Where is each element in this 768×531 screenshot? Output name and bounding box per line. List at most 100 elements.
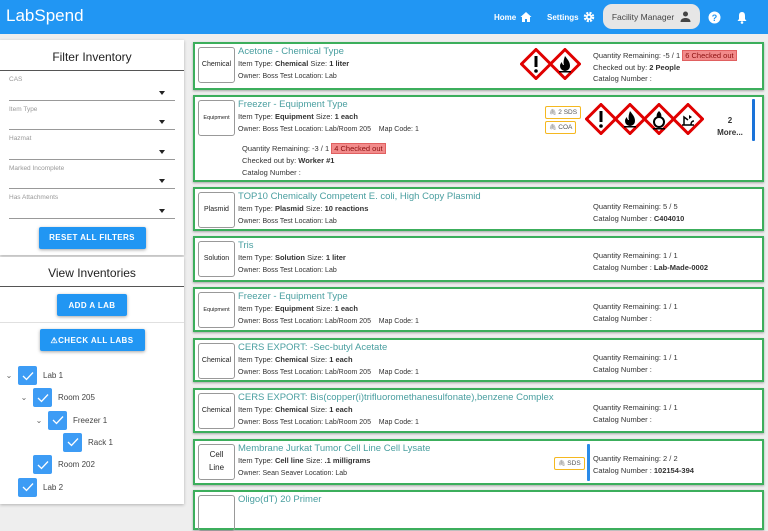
item-type-line: Item Type: Plasmid Size: 10 reactions xyxy=(238,204,368,213)
dropdown-arrow-icon xyxy=(159,149,165,154)
checked-out-by: Checked out by: 2 People xyxy=(593,62,737,74)
catalog-number: Catalog Number : 102154-394 xyxy=(593,465,694,477)
inventory-card[interactable]: Cell Line Membrane Jurkat Tumor Cell Line … xyxy=(193,439,764,485)
checkbox-checked[interactable] xyxy=(18,366,37,385)
field-value: 1 / 1 xyxy=(663,403,678,412)
inventories-panel: View Inventories ADD A LAB ⚠CHECK ALL LA… xyxy=(0,257,184,504)
checkbox-checked[interactable] xyxy=(33,455,52,475)
attachment-badge[interactable]: 🖇 SDS xyxy=(554,457,585,470)
inventory-card[interactable]: Oligo(dT) 20 Primer xyxy=(193,490,764,531)
filter-select-has-attachments[interactable]: Has Attachments xyxy=(9,189,175,219)
field-label: Size: xyxy=(315,304,335,313)
scroll-indicator[interactable] xyxy=(752,99,755,141)
scroll-indicator[interactable] xyxy=(587,444,590,481)
app-logo[interactable]: LabSpend xyxy=(6,6,84,26)
tree-node[interactable]: Rack 1 xyxy=(48,432,113,452)
checkbox-checked[interactable] xyxy=(63,432,82,452)
field-label: Item Type: xyxy=(238,112,275,121)
filter-select-marked-incomplete[interactable]: Marked Incomplete xyxy=(9,160,175,189)
item-title-link[interactable]: CERS EXPORT: Bis(copper(i)trifluorometha… xyxy=(238,392,554,403)
field-value: Equipment xyxy=(274,304,314,313)
inventory-card[interactable]: Chemical CERS EXPORT: Bis(copper(i)triflu… xyxy=(193,388,764,433)
nav-home[interactable]: Home xyxy=(494,0,532,34)
user-menu-button[interactable]: Facility Manager xyxy=(603,4,700,29)
more-hazards-link[interactable]: 2 More... xyxy=(715,115,745,139)
quantity-block: Quantity Remaining: 5 / 5 Catalog Number … xyxy=(593,201,684,224)
inventory-card[interactable]: Equipment Freezer - Equipment Type Item Ty… xyxy=(193,287,764,332)
item-title-link[interactable]: Acetone - Chemical Type xyxy=(238,46,344,57)
tree-node[interactable]: ⌄ Room 205 xyxy=(18,388,95,408)
field-value: Lab/Room 205 xyxy=(325,419,371,426)
reset-filters-button[interactable]: RESET ALL FILTERS xyxy=(38,226,146,249)
item-title-link[interactable]: TOP10 Chemically Competent E. coli, High… xyxy=(238,191,481,202)
field-value: Cell line xyxy=(274,456,304,465)
nav-settings[interactable]: Settings xyxy=(547,0,595,34)
checkbox-checked[interactable] xyxy=(18,477,37,497)
item-type-thumbnail: Cell Line xyxy=(198,444,235,480)
check-all-labs-button[interactable]: ⚠CHECK ALL LABS xyxy=(39,329,145,351)
filter-panel: Filter Inventory CAS Item Type Hazmat Marke… xyxy=(0,40,184,255)
tree-node[interactable]: Lab 2 xyxy=(3,477,63,497)
field-value: Chemical xyxy=(274,59,309,68)
field-label: Item Type: xyxy=(238,456,275,465)
filter-select-cas[interactable]: CAS xyxy=(9,71,175,101)
tree-node[interactable]: Room 202 xyxy=(18,455,95,475)
tree-node[interactable]: ⌄ Freezer 1 xyxy=(33,410,107,430)
field-value: 1 xyxy=(414,126,419,133)
notifications-button[interactable] xyxy=(736,0,748,34)
field-value: 1 liter xyxy=(329,59,350,68)
item-type-thumbnail: Chemical xyxy=(198,343,235,379)
inventory-card[interactable]: Chemical CERS EXPORT: -Sec-butyl Acetate I… xyxy=(193,338,764,382)
catalog-number: Catalog Number : Lab-Made-0002 xyxy=(593,262,708,274)
filter-label: Item Type xyxy=(9,105,38,113)
inventory-card[interactable]: Solution Tris Item Type: Solution Size: 1 … xyxy=(193,236,764,282)
field-label: Owner: xyxy=(238,267,263,274)
dropdown-arrow-icon xyxy=(159,208,165,213)
hazard-flame-over-circle-icon xyxy=(642,102,676,136)
item-title-link[interactable]: CERS EXPORT: -Sec-butyl Acetate xyxy=(238,342,387,353)
add-lab-button[interactable]: ADD A LAB xyxy=(57,294,127,316)
chevron-down-icon[interactable]: ⌄ xyxy=(33,416,45,425)
item-title-link[interactable]: Freezer - Equipment Type xyxy=(238,99,348,110)
tree-node[interactable]: ⌄ Lab 1 xyxy=(3,366,63,385)
attachment-badge[interactable]: 🖇 2 SDS xyxy=(545,106,582,119)
quantity-block: Quantity Remaining: -5 / 1 6 Checked out… xyxy=(593,50,737,85)
tree-node-label: Lab 1 xyxy=(43,371,64,380)
help-button[interactable]: ? xyxy=(708,0,721,34)
field-value: Sean Seaver xyxy=(262,470,303,477)
inventory-card[interactable]: Equipment Freezer - Equipment Type Item Ty… xyxy=(193,95,764,182)
dropdown-arrow-icon xyxy=(159,120,165,124)
field-label: Owner: xyxy=(238,318,263,325)
item-title-link[interactable]: Freezer - Equipment Type xyxy=(238,291,348,302)
field-value: Lab-Made-0002 xyxy=(653,262,709,272)
item-title-link[interactable]: Tris xyxy=(238,240,253,251)
field-value: Lab/Room 205 xyxy=(325,126,371,133)
attachment-badge[interactable]: 🖇 COA xyxy=(545,121,577,134)
field-value: 2 / 2 xyxy=(663,454,678,463)
chevron-down-icon[interactable]: ⌄ xyxy=(18,393,30,402)
paperclip-icon: 🖇 xyxy=(549,125,559,131)
field-label: Item Type: xyxy=(238,204,275,213)
filter-select-hazmat[interactable]: Hazmat xyxy=(9,130,175,160)
checkbox-checked[interactable] xyxy=(33,388,52,408)
home-icon xyxy=(520,12,532,22)
item-title-link[interactable]: Membrane Jurkat Tumor Cell Line Cell Lys… xyxy=(238,443,430,454)
field-value: Chemical xyxy=(274,355,309,364)
field-value: -3 / 1 xyxy=(312,144,330,153)
filter-select-item-type[interactable]: Item Type xyxy=(9,101,175,130)
checked-out-badge[interactable]: 6 Checked out xyxy=(682,50,737,61)
inventory-card[interactable]: Plasmid TOP10 Chemically Competent E. col… xyxy=(193,187,764,231)
field-label: Location: xyxy=(294,419,326,426)
field-label: Size: xyxy=(305,456,325,465)
item-title-link[interactable]: Oligo(dT) 20 Primer xyxy=(238,494,321,505)
checkbox-checked[interactable] xyxy=(48,410,67,430)
owner-location-line: Owner: Boss Test Location: Lab/Room 205 … xyxy=(238,419,419,426)
item-type-thumbnail: Equipment xyxy=(198,100,235,136)
chevron-down-icon[interactable]: ⌄ xyxy=(3,371,15,380)
catalog-number: Catalog Number : xyxy=(242,167,386,179)
checked-out-badge[interactable]: 4 Checked out xyxy=(331,143,386,154)
field-value: .1 milligrams xyxy=(324,456,371,465)
inventory-card[interactable]: Chemical Acetone - Chemical Type Item Type… xyxy=(193,42,764,90)
field-value: Plasmid xyxy=(274,204,304,213)
field-label: Size: xyxy=(307,253,326,262)
